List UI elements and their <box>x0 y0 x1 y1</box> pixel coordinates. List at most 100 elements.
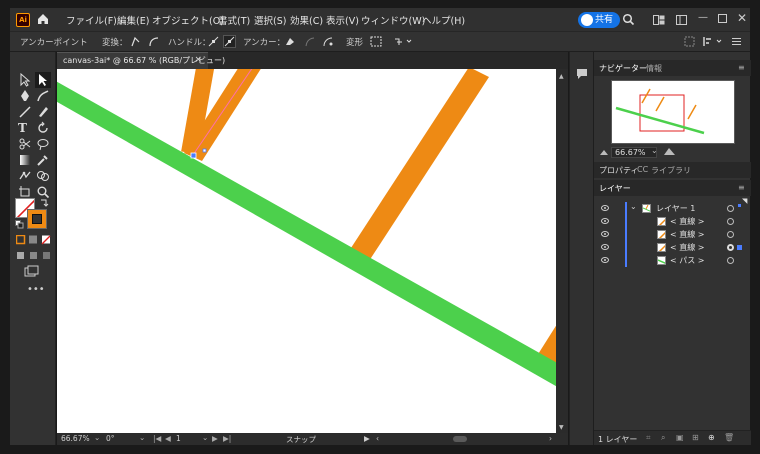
draw-mode-icon[interactable] <box>16 251 52 261</box>
status-menu-icon[interactable]: ▶ <box>364 434 370 443</box>
eyedropper-tool-icon[interactable] <box>36 153 50 167</box>
layers-menu-icon[interactable]: ≡ <box>738 183 745 192</box>
layer-name[interactable]: レイヤー 1 <box>656 203 695 214</box>
transform-link[interactable]: 変形 <box>346 36 363 48</box>
color-mode-icon[interactable] <box>16 235 52 245</box>
hscroll-thumb[interactable] <box>453 436 467 442</box>
sublayer-row[interactable]: < 直線 > <box>594 228 751 241</box>
comments-icon[interactable] <box>576 68 588 80</box>
minimize-icon[interactable]: — <box>698 12 708 23</box>
expand-chevron-icon[interactable]: ⌄ <box>630 202 637 211</box>
pen-tool-icon[interactable] <box>18 89 32 103</box>
selection-tool-icon[interactable] <box>18 73 32 87</box>
type-tool-icon[interactable]: T <box>18 121 32 135</box>
direct-selection-tool-icon[interactable] <box>35 72 51 88</box>
delete-icon[interactable]: 🗑 <box>724 433 734 442</box>
artboard-dropdown-icon[interactable]: ⌄ <box>202 433 208 442</box>
edit-toolbar-icon[interactable]: ••• <box>27 284 45 295</box>
stroke-swatch[interactable] <box>27 209 47 229</box>
maximize-icon[interactable] <box>718 14 727 23</box>
remove-anchor-icon[interactable] <box>284 36 296 47</box>
selected-art-indicator[interactable] <box>737 245 742 250</box>
sublayer-name[interactable]: < 直線 > <box>670 229 705 240</box>
layer-target-icon[interactable] <box>727 205 734 212</box>
pencil-tool-icon[interactable] <box>36 105 50 119</box>
close-tab-button[interactable]: × <box>194 53 202 68</box>
convert-smooth-icon[interactable] <box>148 36 159 47</box>
sublayer-name[interactable]: < 直線 > <box>670 242 705 253</box>
isolate-icon[interactable] <box>394 36 412 47</box>
navigator-thumbnail[interactable] <box>611 80 735 144</box>
previous-artboard-icon[interactable]: ◀ <box>165 434 171 443</box>
swap-colors-icon[interactable] <box>40 198 49 207</box>
search-icon[interactable] <box>622 13 635 26</box>
document-tab[interactable]: canvas-3ai* @ 66.67 % (RGB/プレビュー) × <box>57 52 225 69</box>
share-button[interactable]: 共有 <box>578 12 620 28</box>
menu-object[interactable]: オブジェクト(O) <box>152 13 224 27</box>
zoom-tool-icon[interactable] <box>36 185 50 199</box>
scissors-tool-icon[interactable] <box>18 137 32 151</box>
line-tool-icon[interactable] <box>18 105 32 119</box>
zoom-in-mountain-icon[interactable] <box>664 147 676 156</box>
cc-libraries-icon[interactable]: CC <box>637 165 648 174</box>
sublayer-row[interactable]: < パス > <box>594 254 751 267</box>
visibility-eye-icon[interactable] <box>601 218 609 224</box>
export-icon[interactable]: ⌗ <box>646 433 651 443</box>
tab-layers[interactable]: レイヤー <box>599 183 631 194</box>
sublayer-target-icon[interactable] <box>727 231 734 238</box>
visibility-eye-icon[interactable] <box>601 231 609 237</box>
menu-edit[interactable]: 編集(E) <box>117 13 149 27</box>
control-menu-icon[interactable] <box>732 37 741 46</box>
navigator-zoom-dropdown-icon[interactable]: ⌄ <box>651 146 658 155</box>
convert-corner-icon[interactable] <box>130 36 141 47</box>
default-colors-icon[interactable] <box>15 220 24 229</box>
shape-builder-tool-icon[interactable] <box>36 169 50 183</box>
zoom-dropdown-icon[interactable]: ⌄ <box>94 433 100 442</box>
vertical-scrollbar[interactable]: ▲ ▼ <box>556 69 568 433</box>
rotation-dropdown-icon[interactable]: ⌄ <box>139 433 145 442</box>
tab-properties[interactable]: プロパティ <box>599 165 639 176</box>
artboard-number[interactable]: 1 <box>176 434 181 443</box>
lasso-tool-icon[interactable] <box>36 137 50 151</box>
locate-object-icon[interactable]: ⌕ <box>661 433 665 443</box>
menu-select[interactable]: 選択(S) <box>254 13 286 27</box>
handle-show-icon[interactable] <box>208 36 219 47</box>
zoom-field[interactable]: 66.67% <box>61 434 90 443</box>
zoom-out-mountain-icon[interactable] <box>600 148 609 156</box>
menu-view[interactable]: 表示(V) <box>326 13 359 27</box>
scroll-down-icon[interactable]: ▼ <box>559 424 564 431</box>
visibility-eye-icon[interactable] <box>601 257 609 263</box>
arrange-icon[interactable] <box>684 36 695 47</box>
rotation-field[interactable]: 0° <box>106 434 115 443</box>
next-artboard-icon[interactable]: ▶ <box>212 434 218 443</box>
visibility-eye-icon[interactable] <box>601 205 609 211</box>
menu-file[interactable]: ファイル(F) <box>66 13 117 27</box>
artboard-tool-icon[interactable] <box>18 185 32 199</box>
menu-effect[interactable]: 効果(C) <box>290 13 323 27</box>
close-icon[interactable]: ✕ <box>737 11 747 25</box>
rotate-tool-icon[interactable] <box>36 121 50 135</box>
navigator-menu-icon[interactable]: ≡ <box>738 63 745 72</box>
tab-info[interactable]: 情報 <box>646 63 662 74</box>
visibility-eye-icon[interactable] <box>601 244 609 250</box>
hscroll-right-icon[interactable]: › <box>549 434 552 443</box>
align-panel-icon[interactable] <box>702 36 724 47</box>
handle-hide-icon[interactable] <box>223 35 236 48</box>
menu-window[interactable]: ウィンドウ(W) <box>361 13 425 27</box>
cut-path-icon[interactable] <box>322 36 334 47</box>
workspace-icon[interactable] <box>653 15 665 25</box>
new-layer-icon[interactable]: ⊕ <box>708 433 715 442</box>
tab-libraries[interactable]: ライブラリ <box>651 165 691 176</box>
hscroll-left-icon[interactable]: ‹ <box>376 434 379 443</box>
sublayer-target-icon[interactable] <box>727 257 734 264</box>
last-artboard-icon[interactable]: ▶| <box>223 434 231 443</box>
new-sublayer-icon[interactable]: ⊞ <box>692 433 699 442</box>
gradient-tool-icon[interactable] <box>18 153 32 167</box>
tab-navigator[interactable]: ナビゲーター <box>599 63 647 74</box>
selected-target-icon[interactable] <box>727 244 734 251</box>
connect-anchor-icon[interactable] <box>304 36 316 47</box>
artboard-canvas[interactable] <box>57 69 556 433</box>
sublayer-name[interactable]: < パス > <box>670 255 705 266</box>
sublayer-name[interactable]: < 直線 > <box>670 216 705 227</box>
menu-help[interactable]: ヘルプ(H) <box>422 13 465 27</box>
